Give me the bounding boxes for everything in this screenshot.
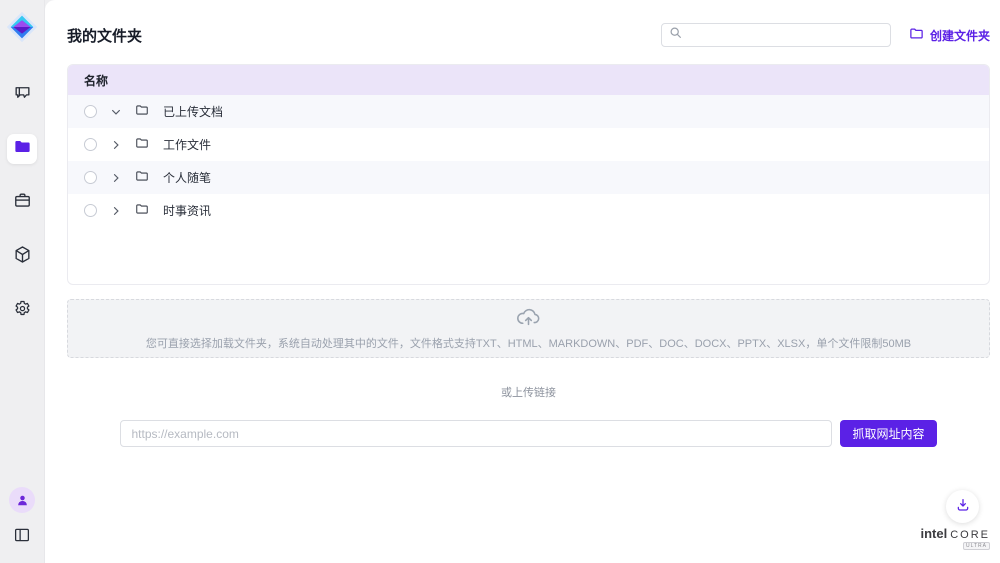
sidebar-item-models[interactable] <box>7 242 37 272</box>
row-checkbox[interactable] <box>84 171 97 184</box>
sidebar-item-chat[interactable] <box>7 80 37 110</box>
chevron-right-icon[interactable] <box>109 138 123 152</box>
search-box[interactable] <box>661 23 891 47</box>
folder-name: 已上传文档 <box>163 103 223 120</box>
folder-name: 工作文件 <box>163 136 211 153</box>
sidebar <box>0 0 45 563</box>
folder-row[interactable]: 已上传文档 <box>68 95 989 128</box>
topbar: 我的文件夹 创建文件夹 <box>67 22 990 48</box>
folder-row[interactable]: 工作文件 <box>68 128 989 161</box>
chevron-right-icon[interactable] <box>109 171 123 185</box>
table-header: 名称 <box>68 65 989 95</box>
main-content: 我的文件夹 创建文件夹 名称 <box>45 0 1000 563</box>
chat-icon <box>13 83 32 107</box>
core-word: CORE <box>950 529 990 541</box>
fetch-url-button[interactable]: 抓取网址内容 <box>840 420 936 447</box>
sidebar-item-folders[interactable] <box>7 134 37 164</box>
sidebar-nav <box>7 80 37 326</box>
intel-core-logo: intel CORE ULTRA <box>920 526 990 550</box>
row-checkbox[interactable] <box>84 204 97 217</box>
folder-icon <box>135 169 149 186</box>
ultra-badge: ULTRA <box>963 542 990 550</box>
sidebar-bottom <box>9 487 35 549</box>
url-input[interactable] <box>120 420 832 447</box>
upload-hint: 您可直接选择加载文件夹，系统自动处理其中的文件，文件格式支持TXT、HTML、M… <box>146 335 911 351</box>
upload-dropzone[interactable]: 您可直接选择加载文件夹，系统自动处理其中的文件，文件格式支持TXT、HTML、M… <box>67 299 990 358</box>
panel-toggle-icon <box>13 526 31 549</box>
gear-icon <box>13 299 32 323</box>
page-title: 我的文件夹 <box>67 25 142 46</box>
folder-icon <box>135 202 149 219</box>
sidebar-item-settings[interactable] <box>7 296 37 326</box>
download-icon <box>955 497 971 516</box>
chevron-down-icon[interactable] <box>109 105 123 119</box>
folder-name: 个人随笔 <box>163 169 211 186</box>
avatar[interactable] <box>9 487 35 513</box>
create-folder-button[interactable]: 创建文件夹 <box>909 26 990 44</box>
search-input[interactable] <box>687 29 883 41</box>
name-column-header: 名称 <box>84 72 108 89</box>
row-checkbox[interactable] <box>84 105 97 118</box>
row-checkbox[interactable] <box>84 138 97 151</box>
folder-row[interactable]: 个人随笔 <box>68 161 989 194</box>
url-upload-row: 抓取网址内容 <box>67 420 990 447</box>
intel-word: intel <box>920 526 947 541</box>
folder-icon <box>135 136 149 153</box>
sidebar-item-workspace[interactable] <box>7 188 37 218</box>
cloud-upload-icon <box>516 306 541 332</box>
download-fab-button[interactable] <box>946 490 979 523</box>
search-icon <box>669 26 682 44</box>
folder-table: 名称 已上传文档 工作文件 <box>67 64 990 285</box>
folder-row[interactable]: 时事资讯 <box>68 194 989 227</box>
folder-icon <box>135 103 149 120</box>
app-logo-icon[interactable] <box>3 8 41 46</box>
collapse-sidebar-button[interactable] <box>10 525 34 549</box>
folder-plus-icon <box>909 26 924 44</box>
folder-icon <box>13 137 32 161</box>
folder-name: 时事资讯 <box>163 202 211 219</box>
create-folder-label: 创建文件夹 <box>930 27 990 44</box>
briefcase-icon <box>13 191 32 215</box>
chevron-right-icon[interactable] <box>109 204 123 218</box>
cube-icon <box>13 245 32 269</box>
or-upload-link-label: 或上传链接 <box>67 384 990 400</box>
